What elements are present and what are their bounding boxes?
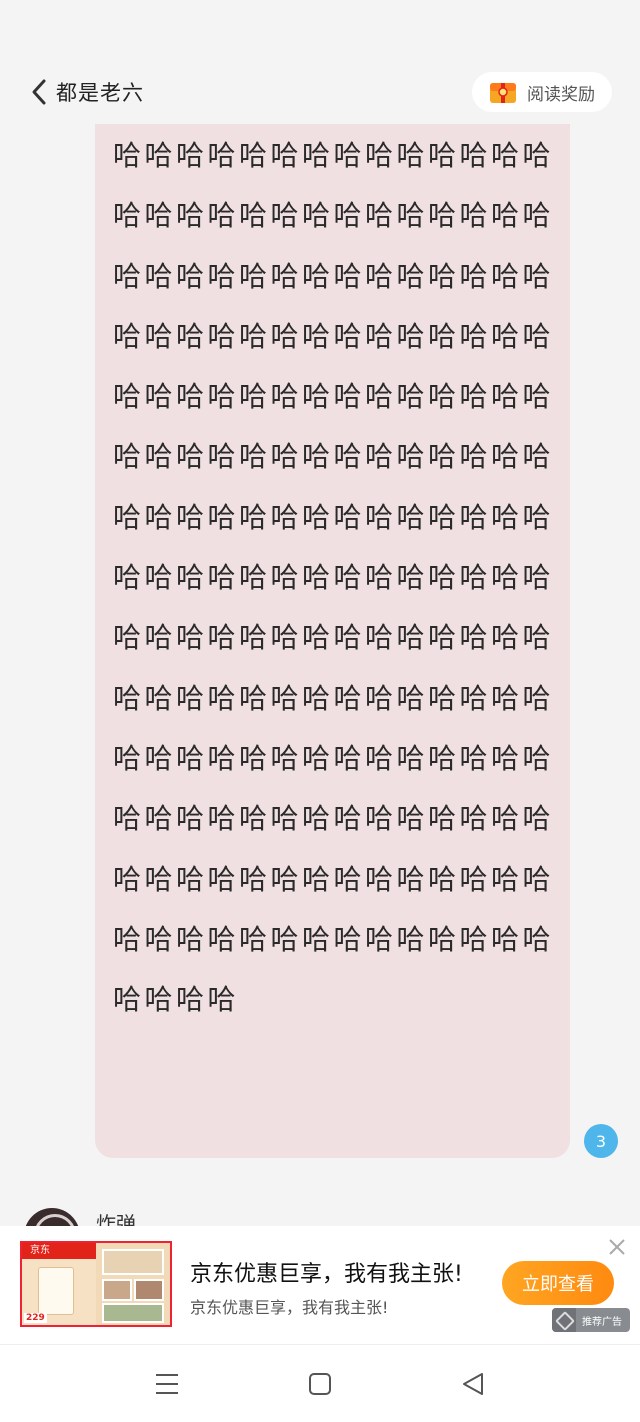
chevron-left-icon [32, 79, 46, 105]
ad-thumb-product: 京东 229 [22, 1243, 96, 1325]
ad-photo [102, 1303, 164, 1323]
close-icon[interactable] [606, 1236, 628, 1258]
ad-banner[interactable]: 京东 229 京东优惠巨享，我有我主张! 京东优惠巨享，我有我主张! 立即查看 … [0, 1226, 640, 1344]
reply-count-badge[interactable]: 3 [584, 1124, 618, 1158]
top-bar: 都是老六 阅读奖励 [0, 60, 640, 124]
ad-photo [102, 1279, 132, 1301]
system-nav-bar [0, 1344, 640, 1422]
reading-reward-label: 阅读奖励 [527, 84, 595, 105]
ad-thumbnail[interactable]: 京东 229 [20, 1241, 172, 1327]
product-box-image [38, 1267, 74, 1315]
ad-cube-icon [552, 1308, 576, 1332]
ad-tag: 推荐广告 [552, 1308, 630, 1332]
ad-thumb-price: 229 [24, 1313, 47, 1323]
ad-description: 京东优惠巨享，我有我主张! [190, 1298, 389, 1317]
message-bubble[interactable]: 哈哈哈哈哈哈哈哈哈哈哈哈哈哈哈哈哈哈哈哈哈哈哈哈哈哈哈哈哈哈哈哈哈哈哈哈哈哈哈哈… [95, 124, 570, 1158]
home-square-icon[interactable] [307, 1371, 333, 1397]
ad-thumb-logo: 京东 [22, 1243, 96, 1259]
ad-photo [102, 1249, 164, 1275]
back-triangle-icon[interactable] [460, 1371, 486, 1397]
ad-title[interactable]: 京东优惠巨享，我有我主张! [190, 1256, 490, 1288]
chat-detail-page: 都是老六 阅读奖励 哈哈哈哈哈哈哈哈哈哈哈哈哈哈哈哈哈哈哈哈哈哈哈哈哈哈哈哈哈哈… [0, 0, 640, 1422]
menu-icon[interactable] [154, 1371, 180, 1397]
ad-thumb-photos [96, 1243, 170, 1325]
page-title: 都是老六 [56, 81, 144, 105]
gift-box-icon [490, 83, 516, 103]
view-now-button[interactable]: 立即查看 [502, 1261, 614, 1305]
back-button[interactable]: 都是老六 [28, 72, 144, 112]
reading-reward-button[interactable]: 阅读奖励 [472, 72, 612, 112]
ad-photo [134, 1279, 164, 1301]
message-text: 哈哈哈哈哈哈哈哈哈哈哈哈哈哈哈哈哈哈哈哈哈哈哈哈哈哈哈哈哈哈哈哈哈哈哈哈哈哈哈哈… [113, 139, 555, 1017]
ad-tag-label: 推荐广告 [582, 1316, 622, 1328]
